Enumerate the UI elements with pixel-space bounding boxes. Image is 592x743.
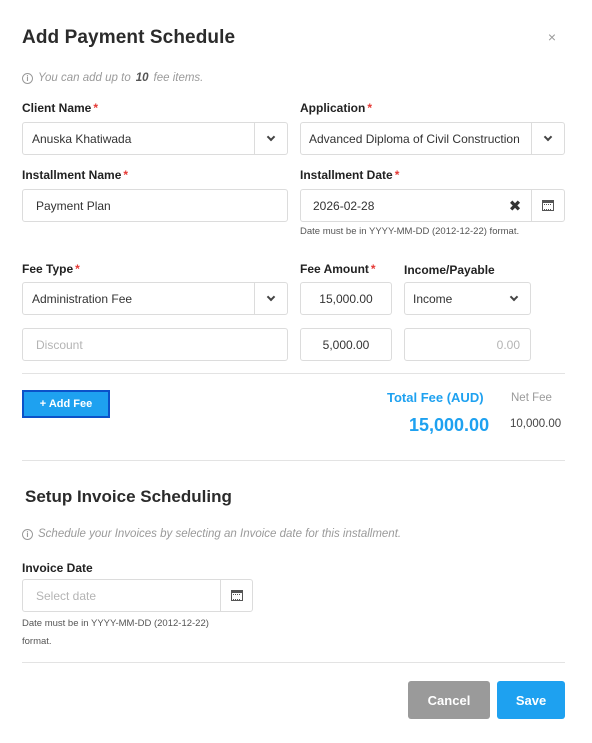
income-payable-select[interactable]: Income	[404, 282, 531, 315]
application-label: Application *	[300, 101, 373, 115]
required-marker: *	[75, 262, 80, 276]
application-select[interactable]: Advanced Diploma of Civil Construction	[300, 122, 565, 155]
close-icon[interactable]: ×	[543, 29, 561, 45]
total-fee-value: 15,000.00	[409, 415, 490, 435]
net-fee-label: Net Fee	[511, 392, 552, 404]
invoice-date-field[interactable]: Select date	[22, 579, 253, 612]
calendar-icon[interactable]	[531, 190, 564, 221]
invoice-date-label: Invoice Date	[22, 561, 93, 575]
discount-income-value: 0.00	[496, 337, 520, 352]
required-marker: *	[93, 101, 99, 115]
calendar-icon[interactable]	[220, 580, 252, 611]
divider	[22, 460, 565, 461]
required-marker: *	[123, 168, 129, 182]
total-fee-label: Total Fee (AUD)	[387, 390, 484, 405]
discount-income-field: 0.00	[404, 328, 531, 361]
chevron-down-icon[interactable]	[254, 123, 287, 154]
clear-icon[interactable]: ✖	[499, 197, 531, 215]
cancel-button[interactable]: Cancel	[408, 681, 490, 719]
divider	[22, 662, 565, 663]
fee-type-select[interactable]: Administration Fee	[22, 282, 288, 315]
fee-amount-label: Fee Amount *	[300, 262, 376, 276]
discount-value: Discount	[36, 337, 83, 352]
application-value: Advanced Diploma of Civil Construction	[309, 131, 520, 146]
income-payable-label: Income/Payable	[404, 263, 495, 277]
invoice-date-hint: Date must be in YYYY-MM-DD (2012-12-22)	[22, 618, 209, 629]
fee-amount-value: 15,000.00	[319, 291, 373, 306]
section-title: Setup Invoice Scheduling	[25, 487, 232, 506]
modal-title: Add Payment Schedule	[22, 27, 236, 48]
divider	[22, 373, 565, 374]
invoice-date-hint-2: format.	[22, 636, 52, 647]
client-name-label: Client Name *	[22, 101, 99, 115]
net-fee-value: 10,000.00	[510, 418, 562, 430]
fee-amount-input[interactable]: 15,000.00	[300, 282, 392, 315]
fee-type-value: Administration Fee	[32, 291, 133, 306]
installment-date-value: 2026-02-28	[313, 198, 375, 213]
invoice-info-text: Schedule your Invoices by selecting an I…	[38, 528, 402, 540]
installment-name-input[interactable]: Payment Plan	[22, 189, 288, 222]
installment-date-field[interactable]: 2026-02-28 ✖	[300, 189, 565, 222]
invoice-info: i Schedule your Invoices by selecting an…	[22, 528, 401, 540]
fee-type-label: Fee Type *	[22, 262, 80, 276]
chevron-down-icon[interactable]	[497, 283, 530, 314]
info-icon: i	[22, 72, 33, 84]
required-marker: *	[394, 168, 400, 182]
discount-amount-value: 5,000.00	[322, 337, 370, 352]
installment-name-label: Installment Name *	[22, 168, 129, 182]
required-marker: *	[370, 262, 376, 276]
add-fee-button[interactable]: + Add Fee	[22, 390, 110, 418]
chevron-down-icon[interactable]	[254, 283, 287, 314]
client-name-select[interactable]: Anuska Khatiwada	[22, 122, 288, 155]
installment-name-value: Payment Plan	[36, 198, 111, 213]
info-prefix: You can add up to	[38, 72, 131, 84]
fee-limit-info: i You can add up to 10 fee items.	[22, 72, 203, 84]
info-icon: i	[22, 528, 33, 540]
info-suffix: fee items.	[153, 72, 204, 84]
installment-date-hint: Date must be in YYYY-MM-DD (2012-12-22) …	[300, 226, 520, 237]
required-marker: *	[367, 101, 373, 115]
discount-amount-input[interactable]: 5,000.00	[300, 328, 392, 361]
installment-date-label: Installment Date *	[300, 168, 400, 182]
income-payable-value: Income	[413, 291, 453, 306]
chevron-down-icon[interactable]	[531, 123, 564, 154]
invoice-date-input[interactable]: Select date	[23, 589, 220, 603]
save-button[interactable]: Save	[497, 681, 565, 719]
discount-input[interactable]: Discount	[22, 328, 288, 361]
info-count: 10	[135, 72, 149, 84]
client-name-value: Anuska Khatiwada	[32, 131, 132, 146]
